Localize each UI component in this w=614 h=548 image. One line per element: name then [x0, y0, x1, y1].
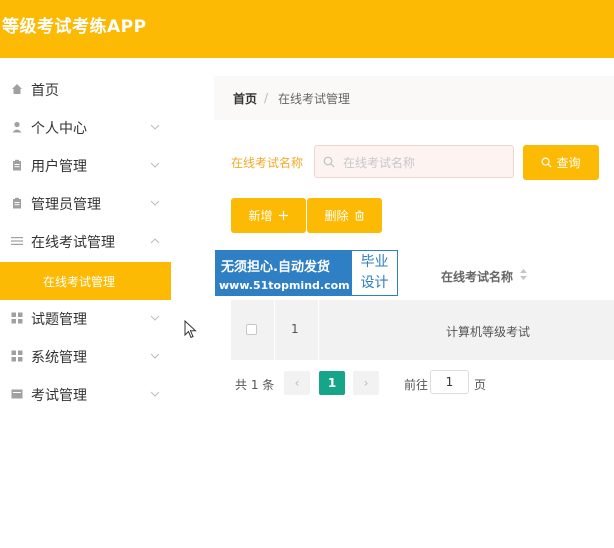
- goto-label: 前往: [404, 378, 429, 392]
- sidebar-item-label: 系统管理: [31, 350, 87, 366]
- sidebar-item-questions[interactable]: 试题管理: [0, 300, 171, 338]
- column-divider: [318, 300, 319, 360]
- user-icon: [12, 121, 22, 133]
- add-button[interactable]: 新增: [231, 198, 306, 233]
- breadcrumb-current: 在线考试管理: [278, 91, 351, 106]
- page-number-current[interactable]: 1: [319, 371, 345, 395]
- box-icon: [11, 389, 23, 399]
- sidebar-item-label: 试题管理: [31, 312, 87, 328]
- sidebar-item-online-exams[interactable]: 在线考试管理: [0, 223, 171, 261]
- plus-icon: [278, 210, 288, 221]
- prev-page-button[interactable]: ‹: [284, 371, 310, 395]
- watermark-badge-top: 毕业: [360, 254, 389, 270]
- sidebar-subitem-online-exams[interactable]: 在线考试管理: [0, 262, 171, 300]
- watermark-banner: 无须担心.自动发货 www.51topmind.com 毕业 设计: [215, 250, 398, 296]
- clipboard-icon: [13, 197, 21, 209]
- menu-lines-icon: [11, 237, 23, 245]
- breadcrumb-separator: /: [264, 91, 269, 105]
- sidebar-item-label: 个人中心: [31, 121, 87, 137]
- add-button-label: 新增: [248, 209, 273, 223]
- delete-button-label: 删除: [324, 209, 349, 223]
- sidebar-item-label: 用户管理: [31, 159, 87, 175]
- watermark-url: www.51topmind.com: [219, 279, 350, 292]
- app-header: 等级考试考练APP: [0, 0, 614, 58]
- grid-icon: [11, 350, 23, 362]
- sidebar-item-admins[interactable]: 管理员管理: [0, 185, 171, 223]
- pagination-total: 共 1 条: [235, 378, 275, 392]
- chevron-down-icon: [150, 162, 160, 168]
- watermark-badge: 毕业 设计: [352, 251, 397, 295]
- chevron-down-icon: [150, 124, 160, 130]
- watermark-text: 无须担心.自动发货: [221, 260, 330, 275]
- sidebar-item-label: 在线考试管理: [31, 235, 115, 251]
- mouse-cursor-icon: [184, 320, 197, 339]
- sidebar: 首页 个人中心 用户管理 管理员管理 在线考试管理 在线考试管理 试题管理 系统…: [0, 58, 171, 548]
- column-divider: [274, 300, 275, 360]
- sidebar-item-exam-mgmt[interactable]: 考试管理: [0, 376, 171, 414]
- row-exam-name: 计算机等级考试: [446, 325, 531, 339]
- breadcrumb-home[interactable]: 首页: [233, 90, 257, 107]
- chevron-down-icon: [150, 353, 160, 359]
- chevron-down-icon: [150, 200, 160, 206]
- row-index: 1: [291, 322, 299, 336]
- grid-icon: [11, 312, 23, 324]
- home-icon: [12, 84, 22, 94]
- sidebar-item-home[interactable]: 首页: [0, 71, 171, 109]
- next-page-button[interactable]: ›: [353, 371, 379, 395]
- query-button[interactable]: 查询: [523, 145, 599, 180]
- search-field[interactable]: [314, 145, 514, 178]
- search-icon: [323, 156, 335, 168]
- sort-icon[interactable]: [519, 268, 528, 281]
- goto-unit: 页: [474, 378, 487, 392]
- sidebar-item-users[interactable]: 用户管理: [0, 147, 171, 185]
- trash-icon: [354, 210, 364, 221]
- sidebar-item-profile[interactable]: 个人中心: [0, 109, 171, 147]
- sidebar-item-label: 考试管理: [31, 388, 87, 404]
- chevron-up-icon: [150, 238, 160, 244]
- query-button-label: 查询: [556, 156, 581, 170]
- delete-button[interactable]: 删除: [307, 198, 382, 233]
- app-title: 等级考试考练APP: [2, 17, 147, 37]
- search-label: 在线考试名称: [231, 156, 304, 170]
- search-icon: [541, 157, 552, 168]
- clipboard-icon: [13, 159, 21, 171]
- watermark-badge-bottom: 设计: [360, 275, 389, 291]
- sidebar-item-label: 首页: [31, 83, 59, 99]
- sidebar-item-label: 管理员管理: [31, 197, 101, 213]
- chevron-down-icon: [150, 391, 160, 397]
- breadcrumb: 首页 / 在线考试管理: [214, 76, 614, 120]
- sidebar-subitem-label: 在线考试管理: [43, 274, 116, 289]
- search-input[interactable]: [341, 152, 510, 174]
- column-header-exam-name[interactable]: 在线考试名称: [441, 268, 513, 285]
- chevron-down-icon: [150, 315, 160, 321]
- row-checkbox[interactable]: [246, 324, 257, 335]
- sidebar-item-system[interactable]: 系统管理: [0, 338, 171, 376]
- table-row[interactable]: [231, 300, 614, 360]
- goto-page-input[interactable]: [430, 370, 469, 394]
